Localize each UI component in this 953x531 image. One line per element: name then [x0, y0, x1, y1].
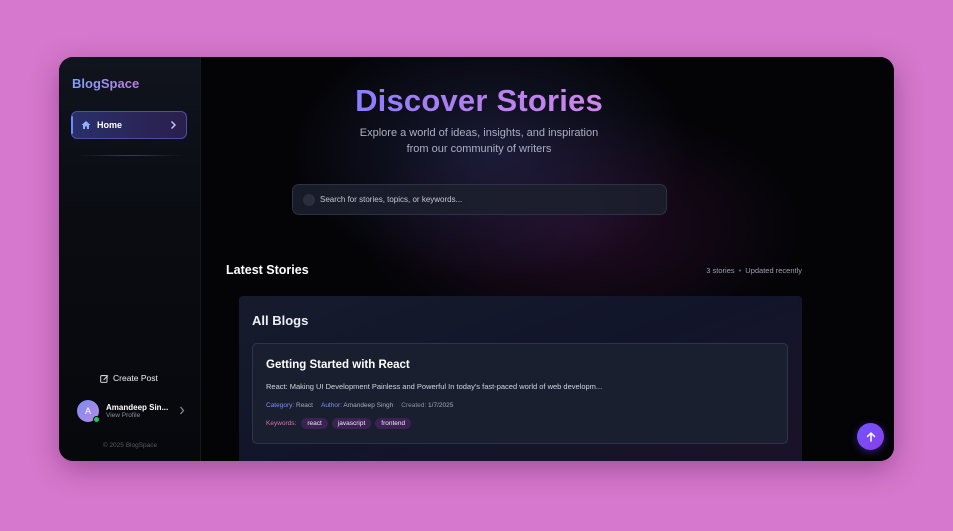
keyword-row: Keywords: react javascript frontend: [266, 418, 412, 429]
created-value: 1/7/2025: [428, 402, 454, 409]
edit-icon: [100, 374, 109, 383]
category-value: React: [296, 402, 313, 409]
section-meta: 3 stories • Updated recently: [706, 266, 802, 275]
sidebar-item-label: Home: [97, 120, 123, 130]
search-placeholder: Search for stories, topics, or keywords.…: [320, 195, 463, 204]
scroll-to-top-button[interactable]: [857, 423, 884, 450]
avatar: A: [77, 400, 100, 423]
create-post-label: Create Post: [113, 373, 158, 383]
sidebar: BlogSpace Home Create Post A Amandeep Si…: [59, 57, 201, 461]
all-blogs-panel: All Blogs Getting Started with React Rea…: [239, 296, 802, 461]
blog-created: Created: 1/7/2025: [401, 402, 453, 409]
profile-name: Amandeep Sin...: [106, 402, 169, 412]
chevron-right-icon: [171, 121, 176, 129]
created-label: Created:: [401, 402, 427, 409]
keywords-label: Keywords:: [266, 420, 297, 427]
profile-card[interactable]: A Amandeep Sin... View Profile: [77, 398, 185, 424]
author-value: Amandeep Singh: [343, 402, 394, 409]
latest-stories-header: Latest Stories 3 stories • Updated recentl…: [226, 263, 802, 277]
copyright-text: © 2025 BlogSpace: [102, 442, 158, 449]
create-post-button[interactable]: Create Post: [100, 373, 158, 383]
app-window: BlogSpace Home Create Post A Amandeep Si…: [59, 57, 894, 461]
profile-subtitle: View Profile: [106, 411, 141, 419]
section-title: Latest Stories: [226, 263, 309, 277]
keyword-tag[interactable]: react: [301, 418, 328, 429]
author-label: Author:: [320, 402, 342, 409]
page-subtitle: Explore a world of ideas, insights, and …: [359, 127, 599, 155]
blog-excerpt: React: Making UI Development Painless an…: [266, 382, 603, 391]
search-icon: [303, 194, 315, 206]
sidebar-item-home[interactable]: Home: [71, 111, 187, 139]
main-content: Discover Stories Explore a world of idea…: [201, 57, 894, 461]
arrow-up-icon: [866, 431, 875, 442]
panel-title: All Blogs: [252, 313, 309, 328]
blog-author: Author: Amandeep Singh: [321, 402, 393, 409]
updated-status: Updated recently: [745, 265, 802, 275]
blog-category: Category: React: [266, 402, 313, 409]
brand-logo[interactable]: BlogSpace: [72, 76, 139, 91]
separator-dot: •: [738, 265, 742, 275]
page-title-text: Discover Stories: [355, 83, 603, 118]
keyword-tag[interactable]: javascript: [331, 418, 372, 429]
blog-title[interactable]: Getting Started with React: [266, 359, 410, 371]
online-status-dot: [93, 416, 100, 423]
story-count: 3 stories: [706, 265, 735, 275]
avatar-initial: A: [84, 406, 91, 416]
keyword-tag[interactable]: frontend: [375, 418, 412, 429]
blog-meta: Category: React Author: Amandeep Singh C…: [266, 402, 453, 409]
blog-card[interactable]: Getting Started with React React: Making…: [252, 343, 788, 444]
sidebar-divider: [77, 155, 183, 156]
home-icon: [81, 121, 91, 129]
category-label: Category:: [266, 402, 295, 409]
search-input[interactable]: Search for stories, topics, or keywords.…: [292, 184, 667, 215]
page-title: Discover Stories: [201, 83, 757, 119]
chevron-right-icon: [180, 406, 185, 415]
